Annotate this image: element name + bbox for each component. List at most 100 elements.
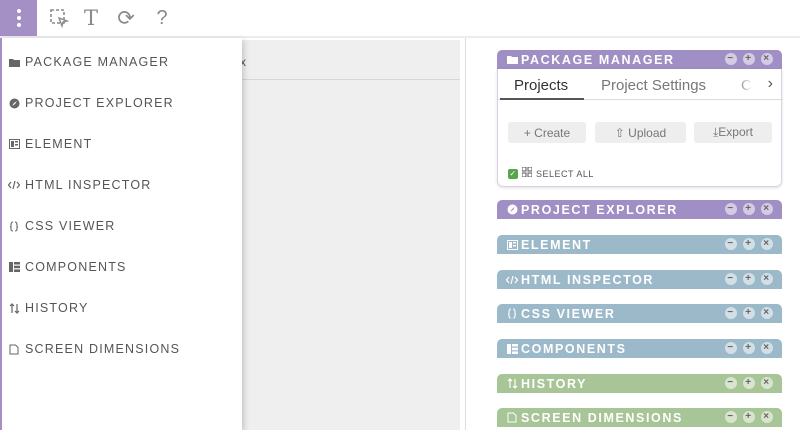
close-icon[interactable]: × xyxy=(761,238,773,250)
select-tool-button[interactable] xyxy=(41,0,77,36)
select-all-checkbox[interactable]: ✓ xyxy=(508,168,518,179)
select-all-label: SELECT ALL xyxy=(536,168,594,179)
text-tool-button[interactable]: T xyxy=(73,0,109,36)
screen-dimensions-header[interactable]: SCREEN DIMENSIONS − + × xyxy=(497,408,782,427)
tab-project-settings[interactable]: Project Settings xyxy=(601,77,706,94)
upload-button[interactable]: ⇧ Upload xyxy=(595,122,686,143)
refresh-icon: ⟳ xyxy=(117,6,135,30)
package-manager-header[interactable]: PACKAGE MANAGER − + × xyxy=(497,50,782,69)
panel-title: PACKAGE MANAGER xyxy=(521,52,675,67)
menu-toggle-button[interactable] xyxy=(0,0,37,36)
menu-item-label: HTML INSPECTOR xyxy=(25,178,152,192)
html-inspector-header[interactable]: HTML INSPECTOR − + × xyxy=(497,270,782,289)
panel-controls: − + × xyxy=(725,377,773,389)
css-icon xyxy=(506,308,518,320)
expand-icon[interactable]: + xyxy=(743,342,755,354)
tab-projects[interactable]: Projects xyxy=(514,77,568,94)
minimize-icon[interactable]: − xyxy=(725,307,737,319)
canvas-area xyxy=(236,40,460,430)
menu-item-label: SCREEN DIMENSIONS xyxy=(25,342,181,356)
close-icon[interactable]: × xyxy=(761,203,773,215)
export-button[interactable]: ⤓Export xyxy=(694,122,772,143)
chevron-right-icon[interactable]: › xyxy=(768,75,773,93)
menu-item-html-inspector[interactable]: HTML INSPECTOR xyxy=(8,175,152,195)
selection-icon xyxy=(50,9,69,28)
expand-icon[interactable]: + xyxy=(743,273,755,285)
css-icon xyxy=(8,220,20,232)
history-icon xyxy=(506,378,518,390)
help-button[interactable]: ? xyxy=(144,0,180,36)
vertical-dots-icon xyxy=(16,9,21,27)
create-button[interactable]: + Create xyxy=(508,122,586,143)
components-header[interactable]: COMPONENTS − + × xyxy=(497,339,782,358)
close-icon[interactable]: × xyxy=(761,411,773,423)
panel-divider xyxy=(465,38,466,430)
canvas-tab-divider xyxy=(236,79,460,80)
close-icon[interactable]: × xyxy=(761,342,773,354)
expand-icon[interactable]: + xyxy=(743,203,755,215)
panel-controls: − + × xyxy=(725,203,773,215)
menu-item-label: COMPONENTS xyxy=(25,260,127,274)
menu-item-element[interactable]: ELEMENT xyxy=(8,134,92,154)
expand-icon[interactable]: + xyxy=(743,411,755,423)
minimize-icon[interactable]: − xyxy=(725,273,737,285)
minimize-icon[interactable]: − xyxy=(725,411,737,423)
compass-icon xyxy=(506,204,518,216)
panel-controls: − + × xyxy=(725,411,773,423)
expand-icon[interactable]: + xyxy=(743,307,755,319)
menu-item-label: PACKAGE MANAGER xyxy=(25,55,170,69)
element-icon xyxy=(506,239,518,251)
expand-icon[interactable]: + xyxy=(743,377,755,389)
tab-fade xyxy=(738,69,758,99)
minimize-icon[interactable]: − xyxy=(725,53,737,65)
package-manager-body: Projects Project Settings C › + Create ⇧… xyxy=(497,69,783,187)
menu-item-css-viewer[interactable]: CSS VIEWER xyxy=(8,216,116,236)
history-header[interactable]: HISTORY − + × xyxy=(497,374,782,393)
panel-menu: PACKAGE MANAGER PROJECT EXPLORER ELEMENT… xyxy=(0,38,242,430)
project-explorer-header[interactable]: PROJECT EXPLORER − + × xyxy=(497,200,782,219)
menu-item-package-manager[interactable]: PACKAGE MANAGER xyxy=(8,52,169,72)
panel-title: COMPONENTS xyxy=(521,341,627,356)
minimize-icon[interactable]: − xyxy=(725,238,737,250)
panel-title: SCREEN DIMENSIONS xyxy=(521,410,683,425)
panel-controls: − + × xyxy=(725,53,773,65)
menu-item-label: PROJECT EXPLORER xyxy=(25,96,174,110)
grid-icon xyxy=(521,166,533,180)
menu-item-project-explorer[interactable]: PROJECT EXPLORER xyxy=(8,93,174,113)
close-icon[interactable]: × xyxy=(761,53,773,65)
help-icon: ? xyxy=(156,6,168,29)
close-icon[interactable]: × xyxy=(761,307,773,319)
refresh-button[interactable]: ⟳ xyxy=(108,0,144,36)
expand-icon[interactable]: + xyxy=(743,238,755,250)
expand-icon[interactable]: + xyxy=(743,53,755,65)
panel-title: HISTORY xyxy=(521,376,588,391)
components-icon xyxy=(8,261,20,273)
menu-item-label: CSS VIEWER xyxy=(25,219,116,233)
element-icon xyxy=(8,138,20,150)
panel-controls: − + × xyxy=(725,342,773,354)
menu-item-components[interactable]: COMPONENTS xyxy=(8,257,127,277)
folder-icon xyxy=(8,56,20,68)
components-icon xyxy=(506,343,518,355)
minimize-icon[interactable]: − xyxy=(725,342,737,354)
menu-item-label: HISTORY xyxy=(25,301,89,315)
minimize-icon[interactable]: − xyxy=(725,377,737,389)
package-manager-tabs: Projects Project Settings C › xyxy=(498,69,783,100)
close-icon[interactable]: × xyxy=(761,273,773,285)
menu-item-history[interactable]: HISTORY xyxy=(8,298,89,318)
menu-item-label: ELEMENT xyxy=(25,137,93,151)
history-icon xyxy=(8,302,20,314)
code-icon xyxy=(506,274,518,286)
select-all-row[interactable]: ✓ SELECT ALL xyxy=(508,166,594,180)
top-toolbar: T ⟳ ? xyxy=(0,0,800,36)
active-tab-indicator xyxy=(500,98,584,100)
close-icon[interactable]: × xyxy=(761,377,773,389)
panel-title: CSS VIEWER xyxy=(521,306,616,321)
menu-item-screen-dimensions[interactable]: SCREEN DIMENSIONS xyxy=(8,339,180,359)
css-viewer-header[interactable]: CSS VIEWER − + × xyxy=(497,304,782,323)
minimize-icon[interactable]: − xyxy=(725,203,737,215)
element-header[interactable]: ELEMENT − + × xyxy=(497,235,782,254)
folder-icon xyxy=(506,54,518,66)
panel-controls: − + × xyxy=(725,307,773,319)
screen-icon xyxy=(8,343,20,355)
